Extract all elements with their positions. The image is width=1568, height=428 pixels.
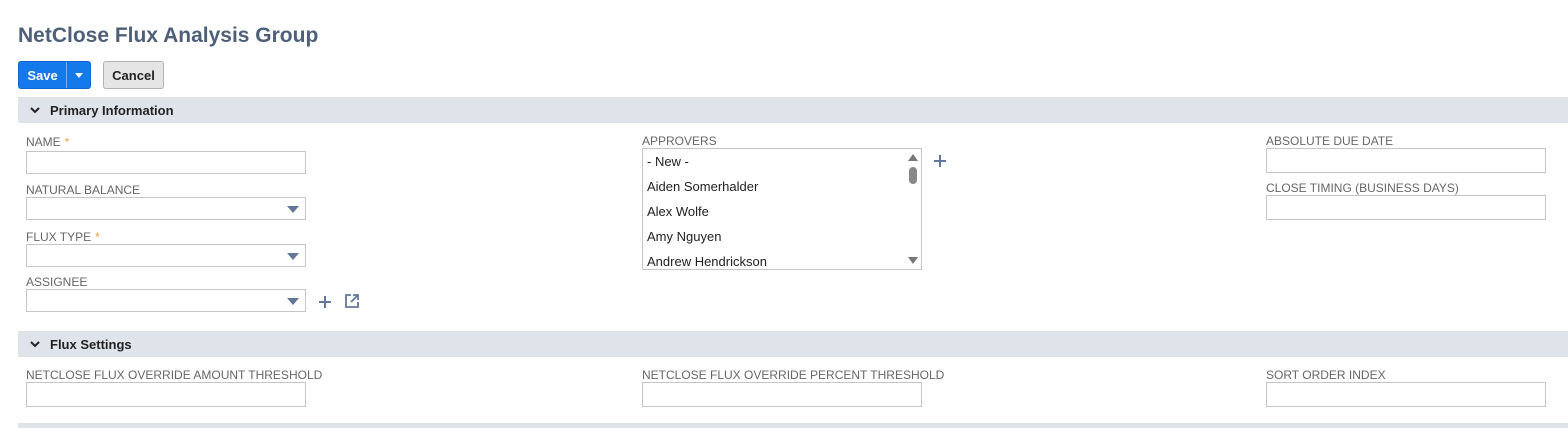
flux-type-select[interactable] <box>26 244 306 267</box>
percent-threshold-label: NETCLOSE FLUX OVERRIDE PERCENT THRESHOLD <box>642 368 945 382</box>
caret-down-icon <box>287 253 299 260</box>
scroll-up-icon[interactable] <box>908 154 918 161</box>
name-label: NAME * <box>26 135 69 149</box>
list-item[interactable]: Amy Nguyen <box>643 224 921 249</box>
list-item[interactable]: - New - <box>643 149 921 174</box>
save-options-button[interactable] <box>67 62 90 88</box>
required-marker: * <box>64 135 70 149</box>
approvers-listbox[interactable]: - New - Aiden Somerhalder Alex Wolfe Amy… <box>642 148 922 270</box>
amount-threshold-field[interactable] <box>26 382 306 407</box>
approvers-label: APPROVERS <box>642 134 717 148</box>
caret-down-icon <box>74 72 83 78</box>
sort-order-field[interactable] <box>1266 382 1546 407</box>
save-button-group[interactable]: Save <box>18 61 91 89</box>
save-button[interactable]: Save <box>19 62 66 88</box>
assignee-select[interactable] <box>26 289 306 312</box>
section-title: Flux Settings <box>50 336 132 352</box>
absolute-due-date-label: ABSOLUTE DUE DATE <box>1266 134 1394 148</box>
listbox-scrollbar[interactable] <box>905 149 921 269</box>
assignee-label: ASSIGNEE <box>26 275 88 289</box>
percent-threshold-field[interactable] <box>642 382 922 407</box>
section-title: Primary Information <box>50 102 174 118</box>
chevron-down-icon <box>30 341 40 348</box>
close-timing-label: CLOSE TIMING (BUSINESS DAYS) <box>1266 181 1459 195</box>
caret-down-icon <box>287 206 299 213</box>
amount-threshold-label: NETCLOSE FLUX OVERRIDE AMOUNT THRESHOLD <box>26 368 323 382</box>
scroll-down-icon[interactable] <box>908 257 918 264</box>
flux-type-label: FLUX TYPE * <box>26 230 100 244</box>
list-item[interactable]: Alex Wolfe <box>643 199 921 224</box>
chevron-down-icon <box>30 107 40 114</box>
page-title: NetClose Flux Analysis Group <box>18 24 319 47</box>
name-label-text: NAME <box>26 135 61 149</box>
external-link-icon[interactable] <box>344 293 360 309</box>
required-marker: * <box>95 230 100 244</box>
caret-down-icon <box>287 298 299 305</box>
natural-balance-label: NATURAL BALANCE <box>26 183 141 197</box>
natural-balance-select[interactable] <box>26 197 306 220</box>
plus-icon[interactable] <box>932 153 948 169</box>
sort-order-label: SORT ORDER INDEX <box>1266 368 1386 382</box>
section-flux-settings[interactable]: Flux Settings <box>18 331 1568 357</box>
name-field[interactable] <box>26 151 306 174</box>
list-item[interactable]: Andrew Hendrickson <box>643 249 921 269</box>
close-timing-field[interactable] <box>1266 195 1546 220</box>
flux-type-label-text: FLUX TYPE <box>26 230 92 244</box>
list-item[interactable]: Aiden Somerhalder <box>643 174 921 199</box>
section-primary-information[interactable]: Primary Information <box>18 97 1568 123</box>
section-divider <box>18 423 1568 428</box>
scroll-thumb[interactable] <box>909 167 917 184</box>
absolute-due-date-field[interactable] <box>1266 148 1546 173</box>
plus-icon[interactable] <box>317 294 333 310</box>
cancel-button[interactable]: Cancel <box>103 61 164 89</box>
